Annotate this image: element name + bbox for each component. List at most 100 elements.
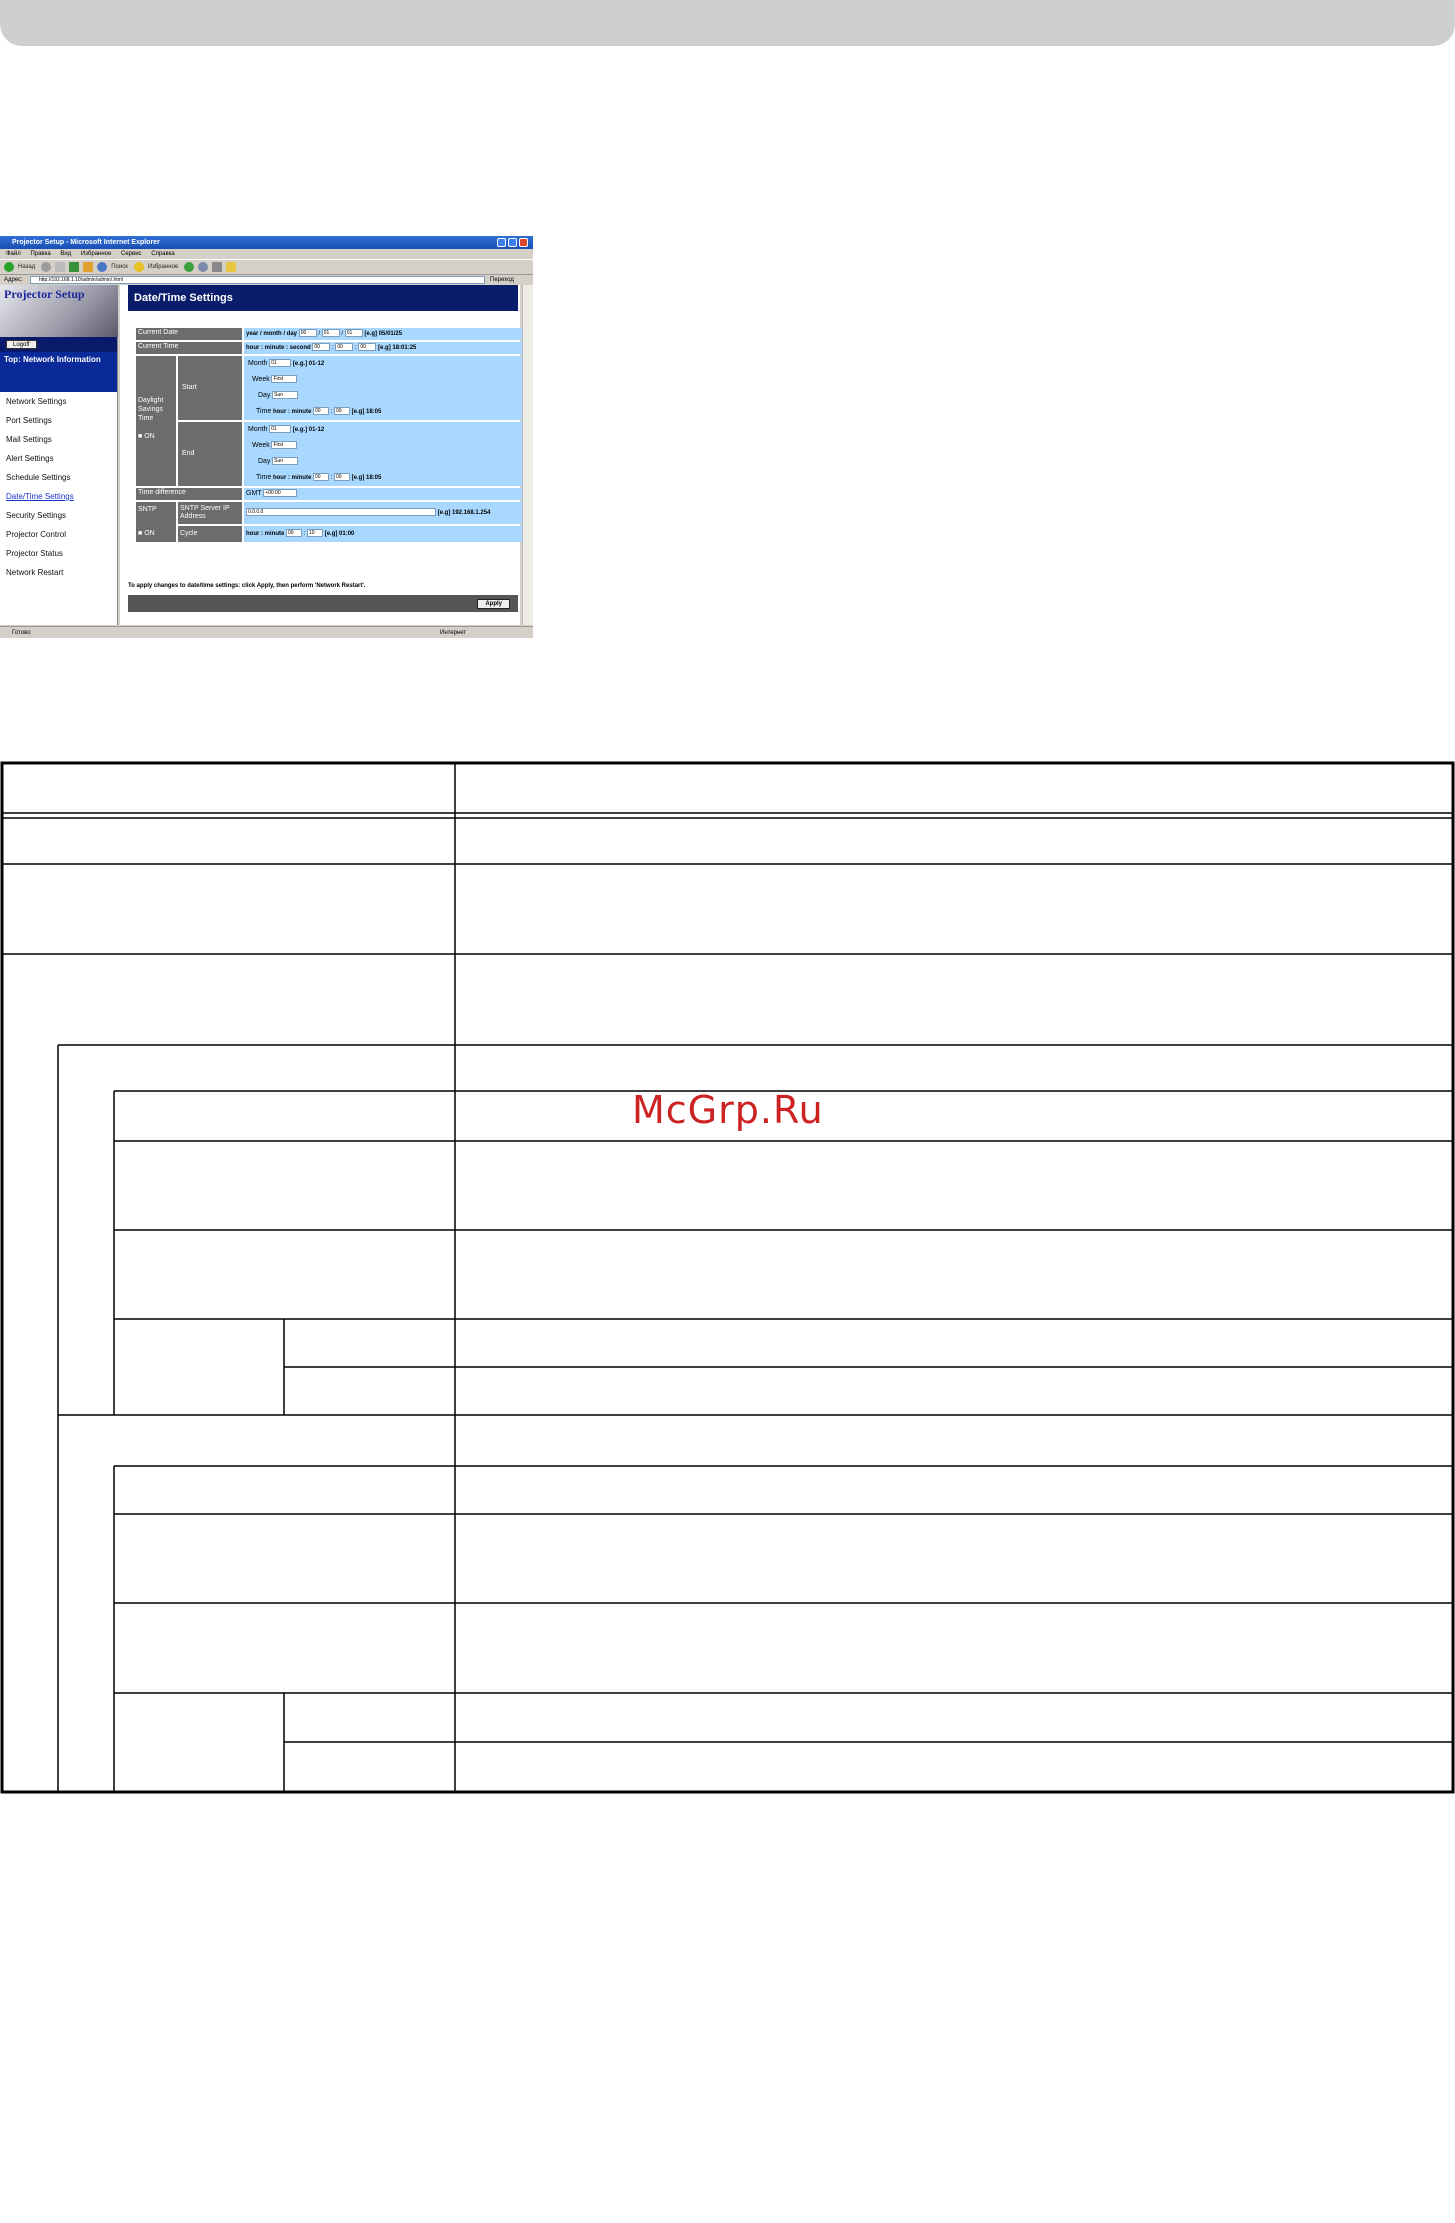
logoff-bar: Logoff <box>0 337 117 352</box>
star-icon[interactable] <box>133 262 144 272</box>
menu-file[interactable]: Файл <box>6 251 21 257</box>
folder-icon[interactable] <box>226 262 237 272</box>
sntp-cycle-format: hour : minute <box>246 531 285 537</box>
time-difference-label: Time difference <box>136 488 242 500</box>
dst-end-field: Month 01 [e.g.] 01-12 Week First Day Sun… <box>244 422 522 486</box>
sntp-label-text: SNTP <box>138 506 157 513</box>
search-button[interactable]: Поиск <box>111 264 128 270</box>
nav-schedule-settings[interactable]: Schedule Settings <box>0 468 117 487</box>
dst-start-month-input[interactable]: 01 <box>269 359 292 368</box>
back-button[interactable]: Назад <box>18 264 35 270</box>
sntp-cycle-minute-input[interactable]: 10 <box>307 529 324 538</box>
current-time-example: [e.g] 18:01:25 <box>378 345 417 351</box>
nav-projector-status[interactable]: Projector Status <box>0 544 117 563</box>
dst-start-hour-input[interactable]: 00 <box>312 407 329 416</box>
media-icon[interactable] <box>184 262 195 272</box>
dst-start-minute-input[interactable]: 00 <box>334 407 350 416</box>
nav-network-restart[interactable]: Network Restart <box>0 563 117 582</box>
dst-end-week-select[interactable]: First <box>271 441 298 450</box>
dst-start-week-select[interactable]: First <box>271 375 298 384</box>
dst-end-week-label: Week <box>252 442 270 449</box>
dst-end-month-label: Month <box>248 426 268 433</box>
nav-date-time-settings[interactable]: Date/Time Settings <box>0 487 117 506</box>
dst-end-month-input[interactable]: 01 <box>269 425 292 434</box>
maximize-icon[interactable] <box>508 238 517 247</box>
go-button[interactable]: Переход <box>490 275 514 285</box>
apply-button[interactable]: Apply <box>477 599 510 609</box>
current-date-month-input[interactable]: 01 <box>321 329 340 338</box>
nav-top-network-information[interactable]: Top: Network Information <box>0 352 117 392</box>
dst-start-label: Start <box>178 356 242 420</box>
sntp-cycle-hour-input[interactable]: 00 <box>286 529 303 538</box>
dst-start-time-label: Time <box>256 408 272 415</box>
minimize-icon[interactable] <box>497 238 506 247</box>
current-date-field: year / month / day 00 / 01 / 01 [e.g] 05… <box>244 328 522 340</box>
nav-security-settings[interactable]: Security Settings <box>0 506 117 525</box>
logo-text: Projector Setup <box>4 287 85 301</box>
menu-view[interactable]: Вид <box>60 251 71 257</box>
stop-icon[interactable] <box>55 262 66 272</box>
time-difference-field: GMT +00:00 <box>244 488 522 500</box>
status-zone: Интернет <box>440 630 467 636</box>
dst-start-month-hint: [e.g.] 01-12 <box>292 361 325 367</box>
print-icon[interactable] <box>212 262 223 272</box>
menu-tools[interactable]: Сервис <box>121 251 142 257</box>
menu-edit[interactable]: Правка <box>30 251 50 257</box>
forward-icon[interactable] <box>41 262 52 272</box>
window-titlebar: Projector Setup - Microsoft Internet Exp… <box>0 236 533 249</box>
refresh-icon[interactable] <box>69 262 80 272</box>
close-icon[interactable] <box>519 238 528 247</box>
nav-alert-settings[interactable]: Alert Settings <box>0 449 117 468</box>
sntp-cycle-example: [e.g] 01:00 <box>324 531 355 537</box>
dst-on-checkbox[interactable]: ■ ON <box>138 433 155 440</box>
dst-start-time-example: [e.g] 18:05 <box>351 409 382 415</box>
current-date-year-input[interactable]: 00 <box>298 329 317 338</box>
nav-projector-control[interactable]: Projector Control <box>0 525 117 544</box>
mail-icon[interactable] <box>198 262 209 272</box>
settings-content: Date/Time Settings Current Date year / m… <box>120 285 522 625</box>
window-title: Projector Setup - Microsoft Internet Exp… <box>12 239 160 246</box>
dst-start-day-select[interactable]: Sun <box>272 391 299 400</box>
sntp-on-checkbox[interactable]: ■ ON <box>138 530 155 537</box>
nav-mail-settings[interactable]: Mail Settings <box>0 430 117 449</box>
current-time-field: hour : minute : second 00 : 00 : 00 [e.g… <box>244 342 522 354</box>
current-time-second-input[interactable]: 00 <box>358 343 377 352</box>
menu-favorites[interactable]: Избранное <box>81 251 111 257</box>
status-bar: Готово Интернет <box>0 626 533 638</box>
dst-end-day-label: Day <box>258 458 271 465</box>
dst-label: Daylight Savings Time ■ ON <box>136 356 176 486</box>
sntp-server-label: SNTP Server IP Address <box>178 502 242 524</box>
dst-end-day-select[interactable]: Sun <box>272 457 299 466</box>
sntp-server-input[interactable]: 0.0.0.0 <box>246 508 436 517</box>
sntp-cycle-field: hour : minute 00 : 10 [e.g] 01:00 <box>244 526 522 542</box>
vertical-scrollbar[interactable] <box>522 285 533 625</box>
watermark-text: McGrp.Ru <box>632 1088 824 1132</box>
favorites-button[interactable]: Избранное <box>148 264 178 270</box>
address-input[interactable]: http://192.168.1.10/admin/admin/.html <box>30 276 485 284</box>
nav-network-settings[interactable]: Network Settings <box>0 392 117 411</box>
dst-end-time-label: Time <box>256 474 272 481</box>
current-time-format: hour : minute : second <box>246 345 311 351</box>
dst-label-text: Daylight Savings Time <box>138 397 164 422</box>
dst-end-hour-input[interactable]: 00 <box>312 473 329 482</box>
back-icon[interactable] <box>4 262 14 272</box>
table-border <box>0 761 1455 1794</box>
home-icon[interactable] <box>83 262 94 272</box>
current-time-label: Current Time <box>136 342 242 354</box>
dst-end-minute-input[interactable]: 00 <box>334 473 350 482</box>
nav-port-settings[interactable]: Port Settings <box>0 411 117 430</box>
current-time-hour-input[interactable]: 00 <box>312 343 331 352</box>
current-time-minute-input[interactable]: 00 <box>335 343 354 352</box>
sntp-on-label: ON <box>144 530 155 537</box>
time-difference-select[interactable]: +00:00 <box>263 489 298 498</box>
menu-help[interactable]: Справка <box>151 251 175 257</box>
status-text: Готово <box>12 630 31 636</box>
page-title: Date/Time Settings <box>128 285 518 311</box>
logoff-button[interactable]: Logoff <box>6 340 37 349</box>
dst-start-month-label: Month <box>248 360 268 367</box>
current-date-day-input[interactable]: 01 <box>344 329 363 338</box>
nav-list: Network Settings Port Settings Mail Sett… <box>0 392 117 582</box>
search-icon[interactable] <box>97 262 108 272</box>
dst-start-field: Month 01 [e.g.] 01-12 Week First Day Sun… <box>244 356 522 420</box>
sntp-server-field: 0.0.0.0 [e.g] 192.168.1.254 <box>244 502 522 524</box>
